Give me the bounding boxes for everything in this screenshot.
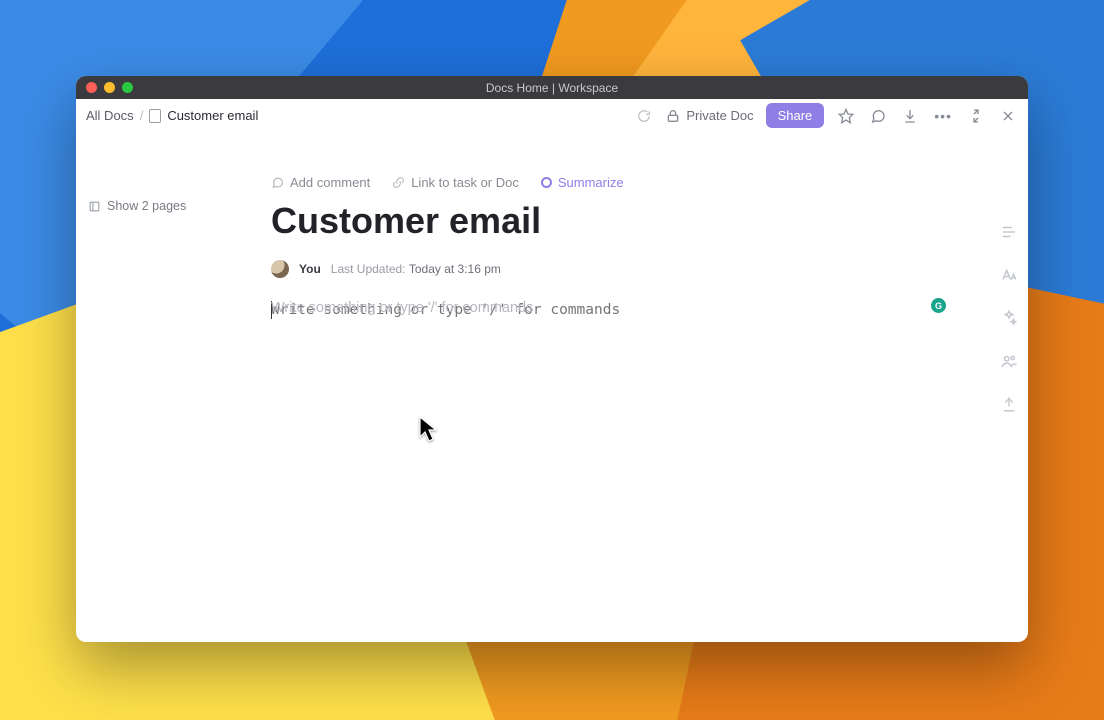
doc-editor[interactable]: Write something or type '/' for commands… xyxy=(271,300,950,605)
author-avatar[interactable] xyxy=(271,260,289,278)
link-icon xyxy=(392,176,405,189)
lock-icon xyxy=(665,108,681,124)
summarize-label: Summarize xyxy=(558,175,624,190)
updated-time: Today at 3:16 pm xyxy=(409,262,501,276)
refresh-icon xyxy=(637,109,651,123)
left-sidebar: Show 2 pages xyxy=(76,133,271,642)
breadcrumb: All Docs / Customer email xyxy=(86,108,258,123)
window-traffic-lights xyxy=(76,82,133,93)
star-icon xyxy=(838,108,854,124)
comment-icon xyxy=(271,176,284,189)
pages-icon xyxy=(88,200,101,213)
doc-quick-actions: Add comment Link to task or Doc Summariz… xyxy=(271,175,950,190)
summarize-icon xyxy=(541,177,552,188)
rail-ai-icon[interactable] xyxy=(1000,309,1018,327)
doc-title[interactable]: Customer email xyxy=(271,200,950,242)
window-titlebar: Docs Home | Workspace xyxy=(76,76,1028,99)
comments-button[interactable] xyxy=(868,106,888,126)
more-icon: ••• xyxy=(934,109,952,123)
privacy-toggle[interactable]: Private Doc xyxy=(665,108,753,124)
download-button[interactable] xyxy=(900,106,920,126)
rail-settings-icon[interactable] xyxy=(1000,223,1018,241)
topbar: All Docs / Customer email Private Doc Sh… xyxy=(76,99,1028,133)
more-button[interactable]: ••• xyxy=(932,107,954,125)
download-icon xyxy=(902,108,918,124)
breadcrumb-separator: / xyxy=(140,108,144,123)
right-rail xyxy=(990,133,1028,642)
editor-textarea[interactable] xyxy=(271,300,950,600)
window-zoom-dot[interactable] xyxy=(122,82,133,93)
breadcrumb-root[interactable]: All Docs xyxy=(86,108,134,123)
author-name: You xyxy=(299,262,321,276)
add-comment-label: Add comment xyxy=(290,175,370,190)
share-button[interactable]: Share xyxy=(766,103,825,128)
summarize-action[interactable]: Summarize xyxy=(541,175,624,190)
doc-meta: You Last Updated: Today at 3:16 pm xyxy=(271,260,950,278)
show-pages-label: Show 2 pages xyxy=(107,199,186,213)
close-button[interactable] xyxy=(998,106,1018,126)
close-icon xyxy=(1000,108,1016,124)
add-comment-action[interactable]: Add comment xyxy=(271,175,370,190)
collapse-icon xyxy=(968,108,984,124)
rail-people-icon[interactable] xyxy=(1000,352,1018,370)
window-close-dot[interactable] xyxy=(86,82,97,93)
grammar-badge[interactable]: G xyxy=(931,298,946,313)
rail-export-icon[interactable] xyxy=(1000,395,1018,413)
window-minimize-dot[interactable] xyxy=(104,82,115,93)
favorite-button[interactable] xyxy=(836,106,856,126)
text-caret xyxy=(271,301,272,319)
refresh-button[interactable] xyxy=(635,107,653,125)
updated-label: Last Updated: xyxy=(331,262,406,276)
app-window: Docs Home | Workspace All Docs / Custome… xyxy=(76,76,1028,642)
document-main: Add comment Link to task or Doc Summariz… xyxy=(271,133,990,642)
rail-typography-icon[interactable] xyxy=(1000,266,1018,284)
privacy-label: Private Doc xyxy=(686,108,753,123)
chat-icon xyxy=(870,108,886,124)
breadcrumb-current: Customer email xyxy=(167,108,258,123)
window-title: Docs Home | Workspace xyxy=(76,81,1028,95)
doc-icon xyxy=(149,109,161,123)
collapse-button[interactable] xyxy=(966,106,986,126)
link-task-action[interactable]: Link to task or Doc xyxy=(392,175,519,190)
link-task-label: Link to task or Doc xyxy=(411,175,519,190)
show-pages-toggle[interactable]: Show 2 pages xyxy=(88,199,259,213)
